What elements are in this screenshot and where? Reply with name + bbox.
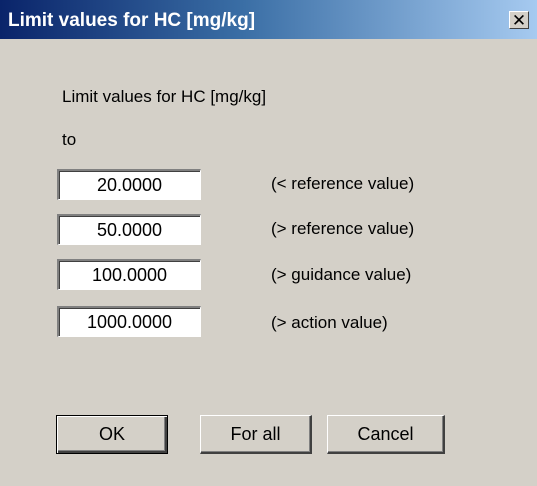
to-label: to — [62, 130, 77, 149]
guidance-value-description: (> guidance value) — [271, 265, 412, 284]
for-all-button[interactable]: For all — [200, 415, 312, 454]
window-title: Limit values for HC [mg/kg] — [8, 10, 256, 31]
reference-upper-input[interactable]: 50.0000 — [57, 214, 201, 245]
reference-lower-description: (< reference value) — [271, 174, 415, 193]
cancel-button[interactable]: Cancel — [327, 415, 445, 454]
close-button[interactable]: ✕ — [509, 11, 529, 29]
limit-values-dialog: Limit values for HC [mg/kg] ✕ Limit valu… — [0, 0, 537, 486]
guidance-value-input[interactable]: 100.0000 — [57, 259, 201, 290]
ok-button[interactable]: OK — [56, 415, 168, 454]
close-icon: ✕ — [511, 10, 527, 30]
reference-lower-input[interactable]: 20.0000 — [57, 169, 201, 200]
action-value-input[interactable]: 1000.0000 — [57, 306, 201, 337]
dialog-heading: Limit values for HC [mg/kg] — [62, 87, 267, 106]
title-bar[interactable]: Limit values for HC [mg/kg] ✕ — [0, 0, 537, 39]
action-value-description: (> action value) — [271, 313, 388, 332]
reference-upper-description: (> reference value) — [271, 219, 415, 238]
